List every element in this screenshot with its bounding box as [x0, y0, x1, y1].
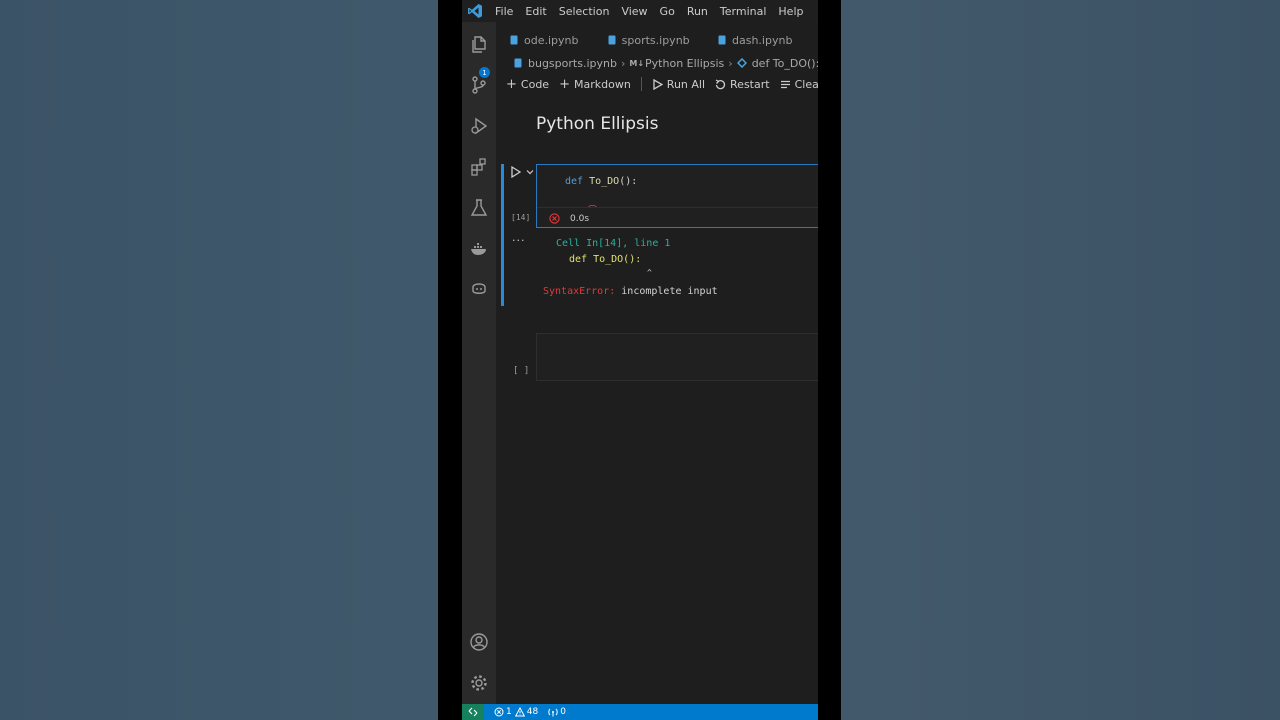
- ports-status[interactable]: 0: [548, 707, 566, 717]
- tab-dash[interactable]: dash.ipynb: [704, 29, 818, 51]
- error-message: SyntaxError: incomplete input: [543, 286, 718, 297]
- breadcrumb-symbol[interactable]: def To_DO():: [752, 57, 818, 70]
- menu-help[interactable]: Help: [778, 5, 803, 18]
- source-control-icon[interactable]: [468, 74, 490, 96]
- error-circle-icon: [549, 213, 560, 224]
- menu-bar: File Edit Selection View Go Run Terminal…: [462, 0, 818, 22]
- run-all-label: Run All: [666, 77, 706, 91]
- problems-status[interactable]: 1 48: [494, 707, 538, 717]
- error-text: incomplete input: [621, 286, 718, 297]
- plus-icon: +: [506, 76, 517, 92]
- tab-sports[interactable]: sports.ipynb: [594, 29, 704, 51]
- menu-edit[interactable]: Edit: [525, 5, 546, 18]
- status-bar: 1 48 0: [462, 704, 818, 720]
- traceback-location: Cell In[14], line 1: [556, 238, 671, 249]
- markdown-cell-heading[interactable]: Python Ellipsis: [536, 114, 658, 134]
- tab-label: sports.ipynb: [621, 33, 690, 47]
- menu-view[interactable]: View: [621, 5, 647, 18]
- ports-count: 0: [560, 707, 566, 717]
- breadcrumb: bugsports.ipynb › M↓ Python Ellipsis › d…: [514, 54, 818, 72]
- code-function-name: To_DO: [589, 176, 620, 187]
- clear-outputs-label: Clea: [794, 77, 818, 91]
- tab-label: dash.ipynb: [732, 33, 793, 47]
- notebook-toolbar: + Code + Markdown Run All Restart Clea: [506, 74, 818, 94]
- extensions-icon[interactable]: [468, 156, 490, 178]
- code-keyword: def: [565, 176, 584, 187]
- testing-icon[interactable]: [468, 197, 490, 219]
- notebook-file-icon: [514, 58, 522, 68]
- menu-terminal[interactable]: Terminal: [720, 5, 767, 18]
- clear-outputs-button[interactable]: Clea: [780, 78, 818, 91]
- antenna-icon: [548, 708, 558, 717]
- remote-indicator-icon[interactable]: [462, 704, 484, 720]
- toolbar-divider: [640, 77, 642, 91]
- restart-label: Restart: [730, 77, 770, 91]
- tab-ode[interactable]: ode.ipynb: [496, 29, 594, 51]
- tab-label: ode.ipynb: [524, 33, 579, 47]
- settings-icon[interactable]: [468, 672, 490, 694]
- menu-go[interactable]: Go: [660, 5, 675, 18]
- warning-icon: [514, 707, 525, 717]
- empty-code-cell[interactable]: [536, 333, 818, 381]
- notebook-file-icon: [510, 35, 518, 45]
- run-all-button[interactable]: Run All: [652, 78, 705, 91]
- plus-icon: +: [559, 76, 570, 92]
- menu-file[interactable]: File: [495, 5, 513, 18]
- notebook-file-icon: [608, 35, 616, 45]
- add-markdown-button[interactable]: + Markdown: [559, 77, 631, 92]
- empty-execution-count: [ ]: [513, 366, 530, 376]
- restart-button[interactable]: Restart: [715, 78, 770, 91]
- vscode-window: File Edit Selection View Go Run Terminal…: [462, 0, 818, 720]
- add-code-label: Code: [520, 77, 550, 91]
- code-punctuation: ():: [619, 176, 638, 187]
- traceback-source: def To_DO():: [569, 254, 642, 265]
- error-icon: [494, 707, 504, 717]
- menu-run[interactable]: Run: [687, 5, 708, 18]
- activity-bar: 1: [462, 22, 496, 704]
- execution-duration: 0.0s: [570, 214, 590, 224]
- add-markdown-label: Markdown: [573, 77, 631, 91]
- copilot-icon[interactable]: [468, 277, 490, 299]
- clear-all-icon: [780, 80, 790, 88]
- play-icon: [653, 78, 663, 90]
- run-debug-icon[interactable]: [468, 115, 490, 137]
- editor-divider: [537, 207, 818, 208]
- restart-icon: [715, 78, 726, 89]
- explorer-icon[interactable]: [468, 34, 490, 56]
- traceback-caret: ^: [647, 268, 652, 277]
- account-icon[interactable]: [468, 631, 490, 653]
- cell-focus-indicator: [501, 164, 504, 306]
- notebook-file-icon: [718, 35, 726, 45]
- symbol-icon: [736, 58, 747, 68]
- menu-selection[interactable]: Selection: [559, 5, 610, 18]
- warning-count: 48: [526, 707, 539, 717]
- docker-icon[interactable]: [468, 238, 490, 260]
- breadcrumb-file[interactable]: bugsports.ipynb: [528, 57, 617, 70]
- add-code-button[interactable]: + Code: [506, 77, 549, 92]
- chevron-right-icon: ›: [620, 56, 626, 70]
- run-cell-icon[interactable]: [510, 166, 522, 178]
- breadcrumb-section[interactable]: Python Ellipsis: [645, 57, 724, 70]
- error-count: 1: [506, 707, 512, 717]
- error-squiggle: ⌒: [588, 206, 598, 216]
- execution-count: [14]: [511, 213, 531, 222]
- chevron-down-icon[interactable]: [526, 168, 534, 176]
- chevron-right-icon: ›: [728, 56, 733, 70]
- error-name: SyntaxError:: [543, 286, 616, 297]
- markdown-icon: M↓: [629, 58, 645, 68]
- editor-tabs: ode.ipynb sports.ipynb dash.ipynb: [496, 29, 818, 51]
- output-more-actions[interactable]: ···: [512, 234, 526, 247]
- code-line: def To_DO():: [565, 176, 637, 187]
- vscode-logo-icon: [468, 4, 482, 18]
